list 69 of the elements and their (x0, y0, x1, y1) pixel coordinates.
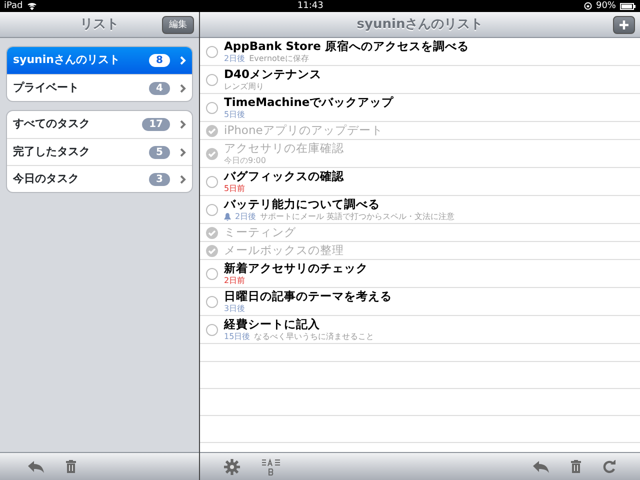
wifi-icon (26, 2, 37, 10)
due-date: 5日前 (224, 184, 246, 194)
task-checkbox[interactable] (206, 324, 218, 336)
task-checkbox[interactable] (206, 226, 218, 238)
task-checkbox[interactable] (206, 296, 218, 308)
item-label: 今日のタスク (13, 170, 79, 187)
task-title[interactable]: 経費シートに記入 (224, 317, 374, 332)
count-badge: 17 (142, 118, 170, 131)
trash-icon[interactable] (571, 460, 581, 473)
task-title[interactable]: TimeMachineでバックアップ (224, 95, 394, 110)
due-date: 2日前 (224, 276, 246, 286)
task-note: なるべく早いうちに済ませること (254, 332, 374, 342)
task-title[interactable]: 新着アクセサリのチェック (224, 261, 368, 276)
sidebar-item[interactable]: 今日のタスク 3 (7, 165, 192, 192)
chevron-icon (180, 174, 186, 184)
add-icon[interactable] (613, 16, 635, 34)
task-checkbox[interactable] (206, 148, 218, 160)
task-title[interactable]: D40メンテナンス (224, 67, 322, 82)
task-checkbox[interactable] (206, 46, 218, 58)
refresh-icon[interactable] (603, 460, 616, 473)
task-title[interactable]: 日曜日の記事のテーマを考える (224, 289, 392, 304)
item-label: すべてのタスク (13, 116, 90, 132)
task-title[interactable]: バッテリ能力について調べる (224, 197, 455, 212)
chevron-icon (180, 84, 186, 92)
item-label: 完了したタスク (13, 144, 90, 160)
task-checkbox[interactable] (206, 74, 218, 86)
task-title[interactable]: AppBank Store 原宿へのアクセスを調べる (224, 39, 469, 54)
count-badge: 3 (149, 172, 170, 186)
task-note: レンズ周り (224, 82, 264, 92)
reply-icon[interactable] (533, 460, 549, 472)
due-date: 15日後 (224, 332, 250, 342)
count-badge: 8 (149, 54, 170, 67)
task-checkbox[interactable] (206, 176, 218, 188)
sort-icon[interactable] (262, 458, 280, 476)
clock-time: 11:43 (297, 0, 324, 12)
battery-percentage: 90% (596, 0, 616, 12)
edit-button[interactable]: 編集 (162, 16, 194, 34)
chevron-icon (180, 148, 186, 156)
task-note: サポートにメール 英語で打つからスペル・文法に注意 (260, 212, 455, 222)
due-date: 3日後 (224, 304, 246, 314)
task-checkbox[interactable] (206, 124, 218, 136)
reply-icon[interactable] (28, 460, 44, 472)
sidebar-item[interactable]: すべてのタスク 17 (7, 111, 192, 138)
count-badge: 5 (149, 146, 170, 158)
rotation-lock-icon (584, 2, 592, 10)
due-date: 今日の9:00 (224, 156, 266, 166)
due-date: 2日後 (224, 54, 246, 64)
task-title[interactable]: バグフィックスの確認 (224, 169, 344, 184)
battery-icon (620, 2, 636, 10)
item-label: syuninさんのリスト (13, 52, 120, 68)
gear-icon[interactable] (224, 458, 240, 474)
task-checkbox[interactable] (206, 204, 218, 216)
sidebar-item[interactable]: 完了したタスク 5 (7, 138, 192, 165)
count-badge: 4 (149, 82, 170, 94)
trash-icon[interactable] (66, 460, 76, 473)
task-checkbox[interactable] (206, 244, 218, 256)
due-date: 2日後 (235, 212, 256, 222)
chevron-icon (180, 56, 186, 65)
task-checkbox[interactable] (206, 102, 218, 114)
chevron-icon (180, 120, 186, 129)
sidebar-item[interactable]: プライベート 4 (7, 74, 192, 101)
list-title: syuninさんのリスト (356, 16, 484, 34)
task-note: Evernoteに保存 (249, 54, 309, 64)
sidebar-item[interactable]: syuninさんのリスト 8 (7, 47, 192, 74)
device-name: iPad (4, 0, 23, 12)
task-checkbox[interactable] (206, 268, 218, 280)
sidebar-title: リスト (80, 16, 119, 34)
item-label: プライベート (13, 80, 79, 96)
due-date: 5日後 (224, 110, 246, 120)
